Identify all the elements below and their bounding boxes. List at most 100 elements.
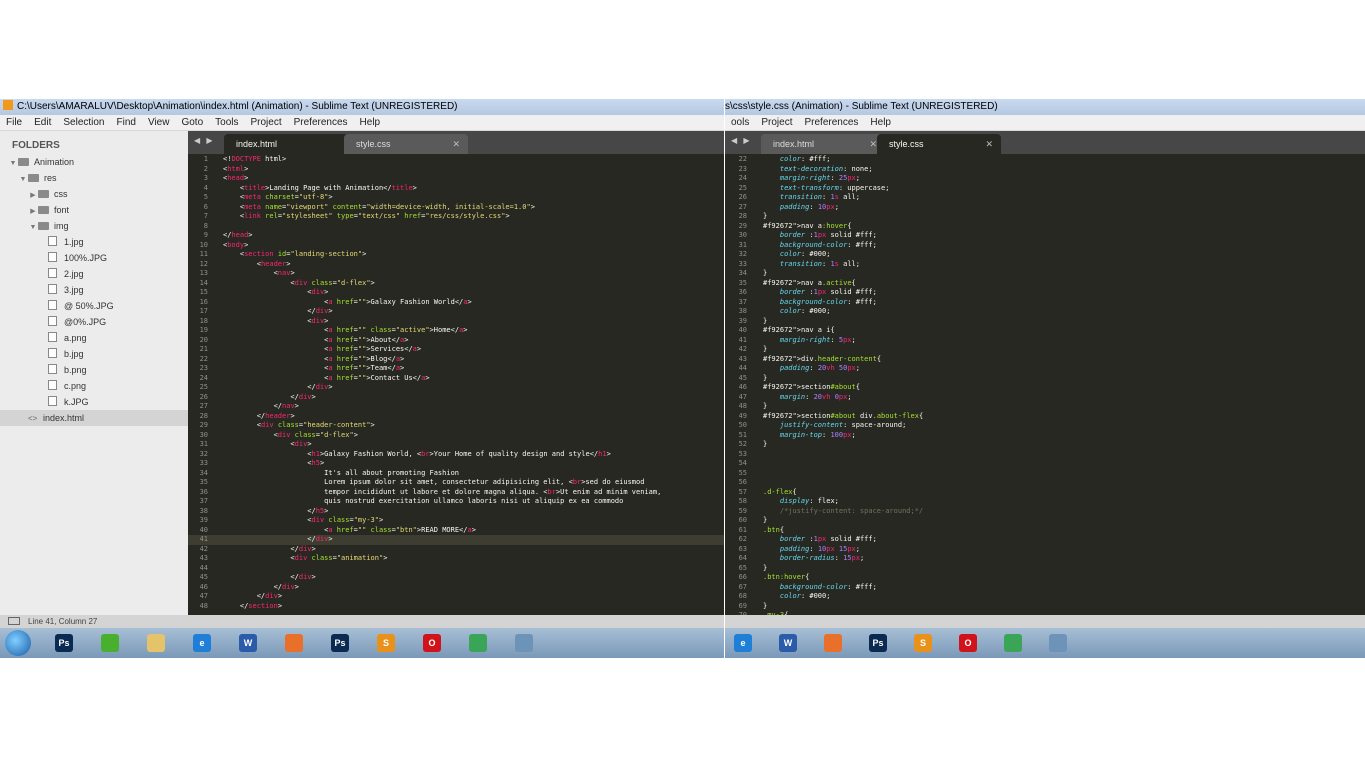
- code-line[interactable]: 24 margin-right: 25px;: [725, 174, 1365, 184]
- code-line[interactable]: 29 <div class="header-content">: [188, 421, 724, 431]
- sidebar-item-index-html[interactable]: <> index.html: [0, 410, 188, 426]
- tab-index-html[interactable]: index.html ✕: [761, 134, 885, 154]
- code-line[interactable]: 28 </header>: [188, 412, 724, 422]
- code-line[interactable]: 32 color: #000;: [725, 250, 1365, 260]
- code-line[interactable]: 22 <a href="">Blog</a>: [188, 355, 724, 365]
- menu-find[interactable]: Find: [111, 117, 142, 128]
- code-line[interactable]: 34}: [725, 269, 1365, 279]
- code-line[interactable]: 53: [725, 450, 1365, 460]
- code-line[interactable]: 66 .btn:hover{: [725, 573, 1365, 583]
- code-line[interactable]: 38 </h5>: [188, 507, 724, 517]
- code-line[interactable]: 31 <div>: [188, 440, 724, 450]
- code-line[interactable]: 41 margin-right: 5px;: [725, 336, 1365, 346]
- code-line[interactable]: 7 <link rel="stylesheet" type="text/css"…: [188, 212, 724, 222]
- code-line[interactable]: 36 border :1px solid #fff;: [725, 288, 1365, 298]
- code-line[interactable]: 56: [725, 478, 1365, 488]
- code-line[interactable]: 39 <div class="my-3">: [188, 516, 724, 526]
- sidebar-item-50-jpg[interactable]: @ 50%.JPG: [0, 298, 188, 314]
- sidebar-item-3-jpg[interactable]: 3.jpg: [0, 282, 188, 298]
- code-line[interactable]: 37 quis nostrud exercitation ullamco lab…: [188, 497, 724, 507]
- code-line[interactable]: 47 margin: 20vh 0px;: [725, 393, 1365, 403]
- code-line[interactable]: 45 </div>: [188, 573, 724, 583]
- code-line[interactable]: 44: [188, 564, 724, 574]
- code-line[interactable]: 9 </head>: [188, 231, 724, 241]
- code-line[interactable]: 64 border-radius: 15px;: [725, 554, 1365, 564]
- code-line[interactable]: 46 </div>: [188, 583, 724, 593]
- code-line[interactable]: 43 <div class="animation">: [188, 554, 724, 564]
- code-line[interactable]: 29 #f92672">nav a:hover{: [725, 222, 1365, 232]
- menu-preferences[interactable]: Preferences: [288, 117, 354, 128]
- code-line[interactable]: 23 text-decoration: none;: [725, 165, 1365, 175]
- code-line[interactable]: 42}: [725, 345, 1365, 355]
- code-line[interactable]: 16 <a href="">Galaxy Fashion World</a>: [188, 298, 724, 308]
- sidebar-item-2-jpg[interactable]: 2.jpg: [0, 266, 188, 282]
- code-line[interactable]: 1 <!DOCTYPE html>: [188, 155, 724, 165]
- code-line[interactable]: 3 <head>: [188, 174, 724, 184]
- sidebar-item-b-png[interactable]: b.png: [0, 362, 188, 378]
- menu-edit[interactable]: Edit: [28, 117, 57, 128]
- close-icon[interactable]: ✕: [452, 134, 460, 154]
- code-line[interactable]: 54: [725, 459, 1365, 469]
- code-line[interactable]: 65}: [725, 564, 1365, 574]
- editor-area[interactable]: ◀ ▶ index.html ✕ style.css ✕ 1 <!DOCTYPE …: [188, 131, 724, 658]
- code-line[interactable]: 22 color: #fff;: [725, 155, 1365, 165]
- code-line[interactable]: 69}: [725, 602, 1365, 612]
- code-line[interactable]: 38 color: #000;: [725, 307, 1365, 317]
- sidebar-item-img[interactable]: ▼ img: [0, 218, 188, 234]
- code-line[interactable]: 37 background-color: #fff;: [725, 298, 1365, 308]
- tab-style-css[interactable]: style.css ✕: [877, 134, 1001, 154]
- code-line[interactable]: 11 <section id="landing-section">: [188, 250, 724, 260]
- code-line[interactable]: 58 display: flex;: [725, 497, 1365, 507]
- code-line[interactable]: 6 <meta name="viewport" content="width=d…: [188, 203, 724, 213]
- code-line[interactable]: 45}: [725, 374, 1365, 384]
- sidebar-item-font[interactable]: ▶ font: [0, 202, 188, 218]
- code-line[interactable]: 5 <meta charset="utf-8">: [188, 193, 724, 203]
- code-line[interactable]: 60}: [725, 516, 1365, 526]
- code-line[interactable]: 48}: [725, 402, 1365, 412]
- code-line[interactable]: 26 transition: 1s all;: [725, 193, 1365, 203]
- window-title-bar[interactable]: s\css\style.css (Animation) - Sublime Te…: [725, 99, 1365, 115]
- code-line[interactable]: 42 </div>: [188, 545, 724, 555]
- code-line[interactable]: 50 justify-content: space-around;: [725, 421, 1365, 431]
- tab-style-css[interactable]: style.css ✕: [344, 134, 468, 154]
- sidebar-item-animation[interactable]: ▼ Animation: [0, 154, 188, 170]
- code-line[interactable]: 27 padding: 10px;: [725, 203, 1365, 213]
- code-line[interactable]: 28}: [725, 212, 1365, 222]
- code-line[interactable]: 25 </div>: [188, 383, 724, 393]
- code-line[interactable]: 30 <div class="d-flex">: [188, 431, 724, 441]
- menu-file[interactable]: File: [0, 117, 28, 128]
- menu-project[interactable]: Project: [755, 117, 798, 128]
- code-line[interactable]: 49 #f92672">section#about div.about-flex{: [725, 412, 1365, 422]
- code-line[interactable]: 27 </nav>: [188, 402, 724, 412]
- code-line[interactable]: 25 text-transform: uppercase;: [725, 184, 1365, 194]
- code-line[interactable]: 57 .d-flex{: [725, 488, 1365, 498]
- code-line[interactable]: 12 <header>: [188, 260, 724, 270]
- menu-tools[interactable]: Tools: [209, 117, 244, 128]
- code-line[interactable]: 18 <div>: [188, 317, 724, 327]
- code-line[interactable]: 62 border :1px solid #fff;: [725, 535, 1365, 545]
- menu-project[interactable]: Project: [245, 117, 288, 128]
- code-line[interactable]: 51 margin-top: 100px;: [725, 431, 1365, 441]
- menu-view[interactable]: View: [142, 117, 176, 128]
- code-line[interactable]: 36 tempor incididunt ut labore et dolore…: [188, 488, 724, 498]
- editor-area[interactable]: ◀ ▶ index.html ✕ style.css ✕ 22 color: #…: [725, 131, 1365, 658]
- code-line[interactable]: 4 <title>Landing Page with Animation</ti…: [188, 184, 724, 194]
- code-line[interactable]: 40 <a href="" class="btn">READ MORE</a>: [188, 526, 724, 536]
- sidebar-item-c-png[interactable]: c.png: [0, 378, 188, 394]
- menu-help[interactable]: Help: [864, 117, 897, 128]
- code-line[interactable]: 68 color: #000;: [725, 592, 1365, 602]
- code-line[interactable]: 21 <a href="">Services</a>: [188, 345, 724, 355]
- code-view[interactable]: 22 color: #fff; 23 text-decoration: none;…: [725, 154, 1365, 658]
- menu-help[interactable]: Help: [354, 117, 387, 128]
- code-line[interactable]: 43 #f92672">div.header-content{: [725, 355, 1365, 365]
- code-line[interactable]: 8: [188, 222, 724, 232]
- code-line[interactable]: 35 #f92672">nav a.active{: [725, 279, 1365, 289]
- sidebar-item-css[interactable]: ▶ css: [0, 186, 188, 202]
- code-line[interactable]: 26 </div>: [188, 393, 724, 403]
- code-line[interactable]: 47 </div>: [188, 592, 724, 602]
- code-line[interactable]: 33 transition: 1s all;: [725, 260, 1365, 270]
- code-line[interactable]: 34 It's all about promoting Fashion: [188, 469, 724, 479]
- code-line[interactable]: 30 border :1px solid #fff;: [725, 231, 1365, 241]
- code-line[interactable]: 35 Lorem ipsum dolor sit amet, consectet…: [188, 478, 724, 488]
- menu-selection[interactable]: Selection: [57, 117, 110, 128]
